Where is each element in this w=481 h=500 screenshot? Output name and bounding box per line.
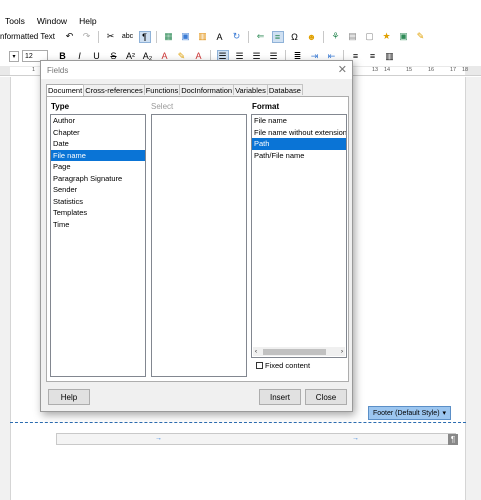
scrollbar-thumb[interactable] (263, 349, 326, 355)
tab-variables[interactable]: Variables (233, 84, 268, 95)
chart-icon[interactable]: ▥ (197, 31, 209, 43)
menu-window[interactable]: Window (37, 16, 67, 26)
close-icon[interactable]: ✕ (338, 63, 347, 76)
separator (156, 30, 157, 43)
field-icon[interactable]: ⇐ (255, 31, 267, 43)
image-icon[interactable]: ▣ (180, 31, 192, 43)
footnote-icon[interactable]: ▤ (347, 31, 359, 43)
list-item[interactable]: Sender (51, 184, 145, 196)
help-button[interactable]: Help (48, 389, 90, 405)
horizontal-scrollbar[interactable]: ‹ › (253, 347, 345, 356)
crossref-icon[interactable]: ▣ (398, 31, 410, 43)
undo-icon[interactable]: ↶ (64, 31, 76, 43)
list-item[interactable]: File name (252, 115, 346, 127)
tab-functions[interactable]: Functions (143, 84, 181, 95)
menubar: Tools Window Help (0, 13, 481, 28)
list-item[interactable]: Author (51, 115, 145, 127)
list-item[interactable]: Statistics (51, 196, 145, 208)
note-icon[interactable]: ✎ (415, 31, 427, 43)
ruler-tick: 16 (428, 67, 435, 73)
fixed-content-option[interactable]: Fixed content (256, 361, 310, 370)
list-item[interactable]: Templates (51, 207, 145, 219)
numbered-list-icon[interactable]: ≡ (367, 50, 379, 62)
ruler-tick: 13 (372, 67, 379, 73)
ruler-tick: 15 (406, 67, 413, 73)
tab-arrow-icon: → (352, 435, 359, 442)
ruler-tick: 17 (450, 67, 457, 73)
list-item[interactable]: Date (51, 138, 145, 150)
formatting-marks-icon[interactable]: ¶ (138, 30, 151, 43)
insert-button[interactable]: Insert (259, 389, 301, 405)
select-list[interactable] (151, 114, 247, 377)
separator (323, 30, 324, 43)
separator (248, 30, 249, 43)
type-list[interactable]: Author Chapter Date File name Page Parag… (50, 114, 146, 377)
fixed-content-checkbox[interactable] (256, 362, 263, 369)
ruler-tick: 18 (462, 67, 469, 73)
list-item[interactable]: Time (51, 219, 145, 231)
table-icon[interactable]: ▦ (163, 31, 175, 43)
special-char-icon[interactable]: Ω (289, 31, 301, 43)
scroll-right-icon[interactable]: › (341, 349, 343, 355)
comment-icon[interactable]: ▢ (364, 31, 376, 43)
footer-boundary (10, 422, 466, 423)
list-item[interactable]: Page (51, 161, 145, 173)
list-item[interactable]: File name without extension (252, 127, 346, 139)
footer-style-button[interactable]: Footer (Default Style) ▾ (368, 406, 452, 420)
cut-icon[interactable]: ✂ (105, 31, 117, 43)
format-list[interactable]: File name File name without extension Pa… (251, 114, 347, 358)
fixed-content-label: Fixed content (265, 361, 311, 370)
insert-button-label: Insert (269, 392, 290, 402)
select-header: Select (151, 102, 174, 111)
type-header: Type (51, 102, 70, 111)
list-item[interactable]: Path/File name (252, 150, 346, 162)
list-item[interactable]: Paragraph Signature (51, 173, 145, 185)
textbox-icon[interactable]: A (214, 31, 226, 43)
refresh-icon[interactable]: ↻ (231, 31, 243, 43)
footer-content[interactable]: → → (56, 433, 456, 445)
menu-help[interactable]: Help (79, 16, 96, 26)
close-button[interactable]: Close (305, 389, 347, 405)
footer-style-label: Footer (Default Style) (373, 409, 440, 417)
emoji-icon[interactable]: ☻ (306, 31, 318, 43)
fields-dialog: Fields ✕ Document Cross-references Funct… (40, 60, 353, 412)
tab-docinformation[interactable]: DocInformation (179, 84, 235, 95)
standard-toolbar: nformatted Text ↶ ↷ ✂ abc ¶ ▦ ▣ ▥ A ↻ ⇐ … (0, 28, 481, 45)
scroll-left-icon[interactable]: ‹ (255, 349, 257, 355)
tab-cross-references[interactable]: Cross-references (83, 84, 145, 95)
separator (98, 30, 99, 43)
tab-arrow-icon: → (155, 435, 162, 442)
tab-document[interactable]: Document (46, 84, 85, 96)
chevron-down-icon: ▾ (442, 410, 447, 417)
document-tab-panel: Type Select Format Author Chapter Date F… (46, 96, 349, 382)
bookmark-icon[interactable]: ★ (381, 31, 393, 43)
hyperlink-icon[interactable]: ⚘ (330, 31, 342, 43)
list-item[interactable]: Chapter (51, 127, 145, 139)
tab-database[interactable]: Database (266, 84, 303, 95)
list-item-selected[interactable]: File name (51, 149, 145, 161)
sidebar-icon[interactable]: ▥ (384, 50, 396, 62)
dialog-title: Fields (47, 65, 69, 75)
dialog-tabs: Document Cross-references Functions DocI… (46, 84, 303, 96)
insert-field-icon[interactable]: ≡ (271, 30, 284, 43)
dialog-titlebar: Fields ✕ (41, 61, 352, 79)
close-button-label: Close (315, 392, 337, 402)
list-item-selected[interactable]: Path (252, 138, 346, 150)
help-button-label: Help (60, 392, 78, 402)
spellcheck-icon[interactable]: abc (122, 31, 134, 43)
ruler-tick: 1 (32, 67, 36, 73)
paragraph-style-box[interactable]: nformatted Text (0, 32, 55, 41)
format-header: Format (252, 102, 280, 111)
redo-icon[interactable]: ↷ (81, 31, 93, 43)
pilcrow-icon: ¶ (448, 434, 458, 445)
ruler-tick: 14 (384, 67, 391, 73)
menu-tools[interactable]: Tools (5, 16, 25, 26)
